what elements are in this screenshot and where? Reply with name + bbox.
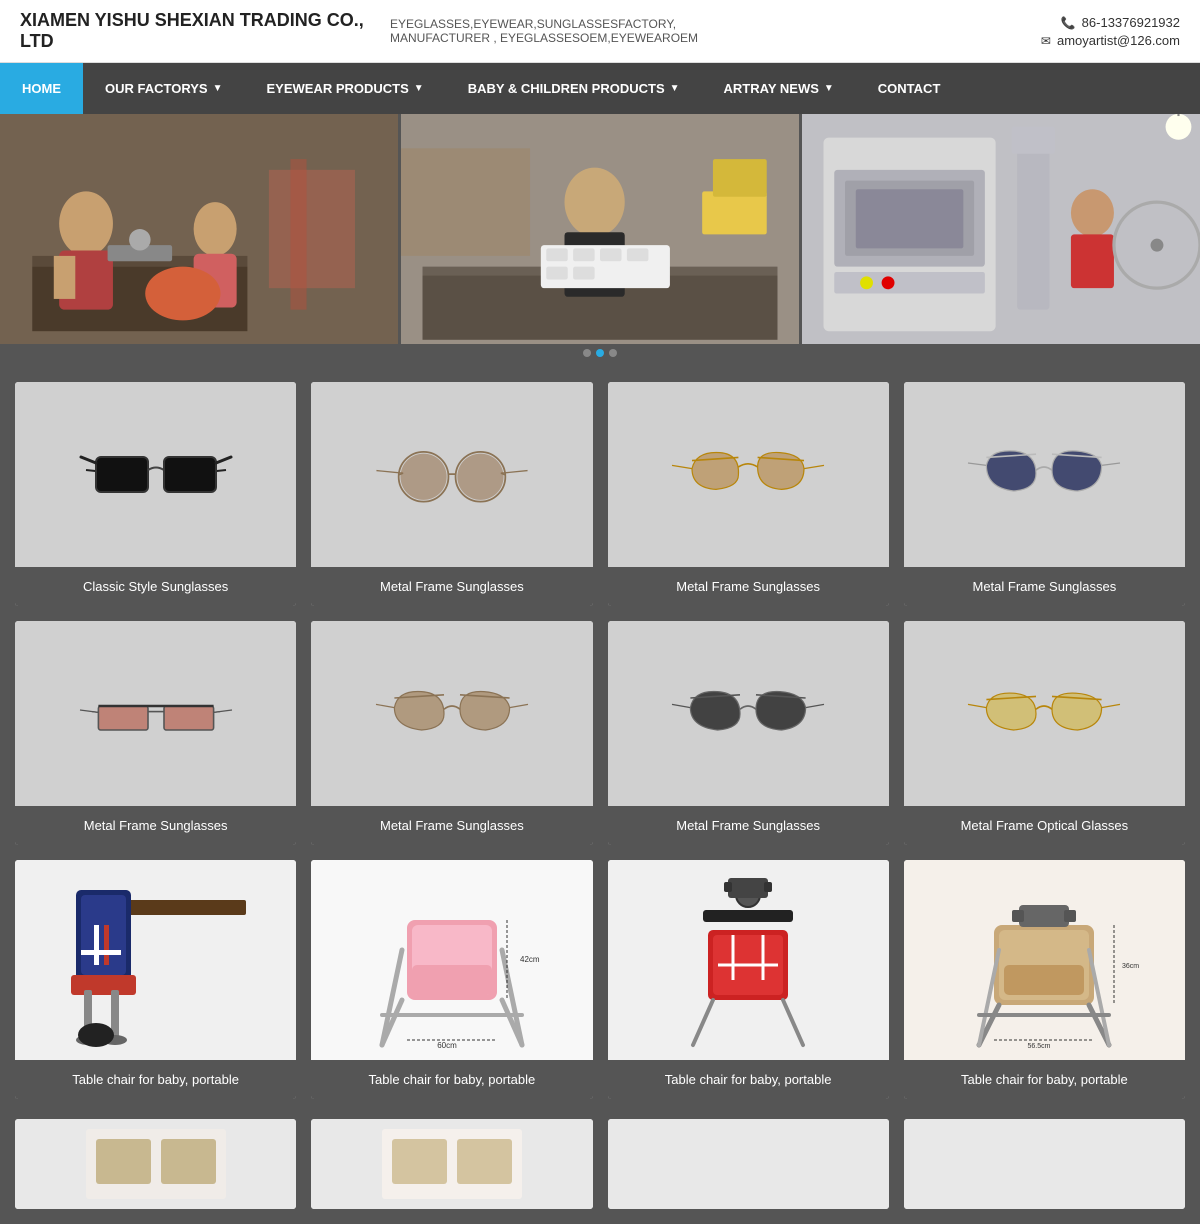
email-icon: [1041, 33, 1051, 48]
svg-text:56.5cm: 56.5cm: [1028, 1043, 1051, 1050]
product-card-4[interactable]: Metal Frame Sunglasses: [904, 382, 1185, 606]
product-image-16: [904, 1119, 1185, 1209]
product-image-8: [904, 621, 1185, 806]
product-card-16[interactable]: [904, 1119, 1185, 1209]
product-image-14: [311, 1119, 592, 1209]
product-image-2: [311, 382, 592, 567]
nav-contact[interactable]: CONTACT: [856, 63, 963, 114]
dropdown-arrow: ▼: [414, 83, 424, 94]
product-card-13[interactable]: [15, 1119, 296, 1209]
dropdown-arrow: ▼: [213, 83, 223, 94]
product-card-12[interactable]: 36cm 56.5cm Table chair for baby, portab…: [904, 860, 1185, 1099]
svg-text:36cm: 36cm: [1122, 963, 1139, 970]
product-label-11: Table chair for baby, portable: [608, 1060, 889, 1099]
product-grid: Classic Style Sunglasses Metal Frame Sun…: [0, 362, 1200, 1119]
svg-text:42cm: 42cm: [520, 955, 540, 964]
product-image-3: [608, 382, 889, 567]
product-image-7: [608, 621, 889, 806]
product-label-2: Metal Frame Sunglasses: [311, 567, 592, 606]
main-nav: HOME OUR FACTORYS ▼ EYEWEAR PRODUCTS ▼ B…: [0, 63, 1200, 114]
nav-baby[interactable]: BABY & CHILDREN PRODUCTS ▼: [446, 63, 702, 114]
product-label-10: Table chair for baby, portable: [311, 1060, 592, 1099]
dropdown-arrow: ▼: [824, 83, 834, 94]
company-tagline: EYEGLASSES,EYEWEAR,SUNGLASSESFACTORY, MA…: [370, 17, 1041, 45]
nav-factorys[interactable]: OUR FACTORYS ▼: [83, 63, 244, 114]
hero-image-1: [0, 114, 398, 344]
product-card-3[interactable]: Metal Frame Sunglasses: [608, 382, 889, 606]
product-card-8[interactable]: Metal Frame Optical Glasses: [904, 621, 1185, 845]
product-card-15[interactable]: [608, 1119, 889, 1209]
dot-3[interactable]: [609, 349, 617, 357]
company-name: XIAMEN YISHU SHEXIAN TRADING CO., LTD: [20, 10, 370, 52]
dot-2[interactable]: [596, 349, 604, 357]
product-label-4: Metal Frame Sunglasses: [904, 567, 1185, 606]
product-image-12: 36cm 56.5cm: [904, 860, 1185, 1060]
contact-info: 86-13376921932 amoyartist@126.com: [1041, 12, 1180, 51]
svg-text:60cm: 60cm: [437, 1041, 457, 1050]
product-label-6: Metal Frame Sunglasses: [311, 806, 592, 845]
hero-image-2: [398, 114, 799, 344]
product-image-15: [608, 1119, 889, 1209]
product-label-3: Metal Frame Sunglasses: [608, 567, 889, 606]
product-label-7: Metal Frame Sunglasses: [608, 806, 889, 845]
phone-icon: [1061, 15, 1076, 30]
product-card-9[interactable]: Table chair for baby, portable: [15, 860, 296, 1099]
product-image-13: [15, 1119, 296, 1209]
product-card-5[interactable]: Metal Frame Sunglasses: [15, 621, 296, 845]
nav-eyewear[interactable]: EYEWEAR PRODUCTS ▼: [244, 63, 445, 114]
product-card-7[interactable]: Metal Frame Sunglasses: [608, 621, 889, 845]
hero-banner: [0, 114, 1200, 344]
dot-1[interactable]: [583, 349, 591, 357]
product-card-6[interactable]: Metal Frame Sunglasses: [311, 621, 592, 845]
product-image-9: [15, 860, 296, 1060]
dropdown-arrow: ▼: [670, 83, 680, 94]
product-label-5: Metal Frame Sunglasses: [15, 806, 296, 845]
product-image-1: [15, 382, 296, 567]
nav-home[interactable]: HOME: [0, 63, 83, 114]
product-label-9: Table chair for baby, portable: [15, 1060, 296, 1099]
product-card-1[interactable]: Classic Style Sunglasses: [15, 382, 296, 606]
product-image-4: [904, 382, 1185, 567]
site-header: XIAMEN YISHU SHEXIAN TRADING CO., LTD EY…: [0, 0, 1200, 63]
product-label-12: Table chair for baby, portable: [904, 1060, 1185, 1099]
product-label-8: Metal Frame Optical Glasses: [904, 806, 1185, 845]
nav-news[interactable]: ARTRAY NEWS ▼: [702, 63, 856, 114]
product-card-11[interactable]: Table chair for baby, portable: [608, 860, 889, 1099]
product-card-2[interactable]: Metal Frame Sunglasses: [311, 382, 592, 606]
carousel-dots: [0, 344, 1200, 362]
phone-info: 86-13376921932: [1041, 15, 1180, 30]
product-image-10: 60cm 42cm: [311, 860, 592, 1060]
product-card-10[interactable]: 60cm 42cm Table chair for baby, portable: [311, 860, 592, 1099]
product-image-11: [608, 860, 889, 1060]
product-image-6: [311, 621, 592, 806]
hero-image-3: [799, 114, 1200, 344]
product-card-14[interactable]: [311, 1119, 592, 1209]
email-info: amoyartist@126.com: [1041, 33, 1180, 48]
product-image-5: [15, 621, 296, 806]
bottom-row-partial: [0, 1119, 1200, 1224]
product-label-1: Classic Style Sunglasses: [15, 567, 296, 606]
